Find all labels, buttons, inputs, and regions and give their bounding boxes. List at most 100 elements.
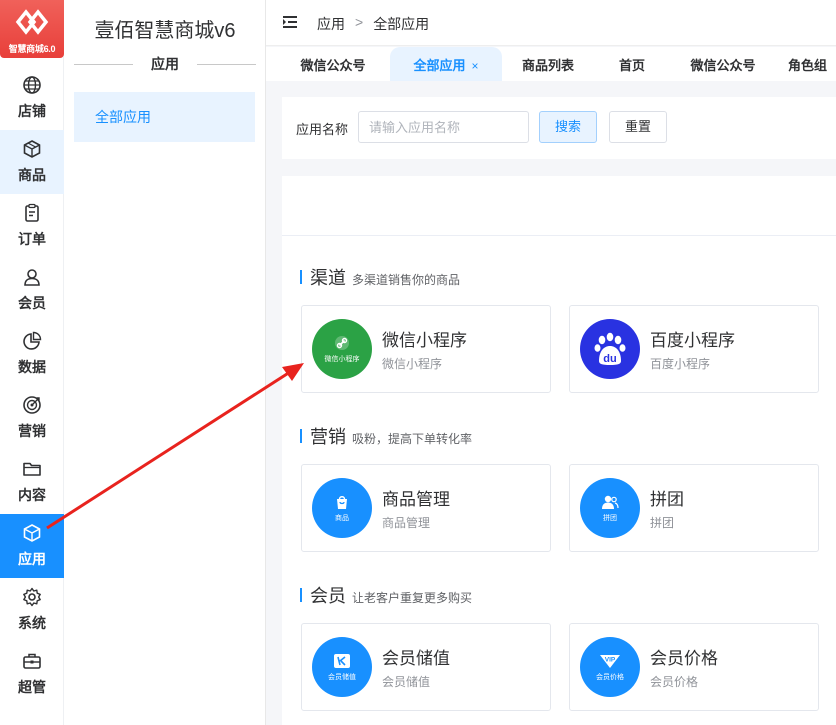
search-panel: 应用名称 搜索 重置 xyxy=(282,97,836,159)
tab-label: 全部应用 xyxy=(413,58,466,73)
secondary-sidebar: 壹佰智慧商城v6 应用 全部应用 xyxy=(64,0,266,725)
rail-item-label: 会员 xyxy=(18,295,46,311)
tab-all-apps[interactable]: 全部应用 × xyxy=(390,47,502,81)
breadcrumb-root[interactable]: 应用 xyxy=(317,14,345,34)
link-icon xyxy=(335,335,349,350)
rail-item-6[interactable]: 内容 xyxy=(0,450,64,514)
tab-label: 微信公众号 xyxy=(300,58,366,73)
rail-item-label: 数据 xyxy=(18,359,46,375)
primary-nav: 智慧商城6.0 店铺商品订单会员数据营销内容应用系统超管 xyxy=(0,0,64,725)
section-marker xyxy=(300,429,302,443)
divider xyxy=(197,63,256,65)
app-card-product-management[interactable]: 商品 商品管理 商品管理 xyxy=(301,464,551,552)
app-icon-caption: du xyxy=(603,353,617,365)
search-label: 应用名称 xyxy=(296,122,349,137)
globe-icon xyxy=(23,76,41,94)
tab-wechat-official[interactable]: 微信公众号 xyxy=(278,47,388,81)
app-icon: du xyxy=(580,319,640,379)
app-icon: 商品 xyxy=(312,478,372,538)
app-name: 会员储值 xyxy=(382,649,450,668)
app-icon-caption: 拼团 xyxy=(603,514,617,522)
tab-label: 微信公众号 xyxy=(690,58,756,73)
brand-logo: 智慧商城6.0 xyxy=(0,0,64,58)
divider xyxy=(282,235,836,236)
rail-item-label: 营销 xyxy=(18,423,46,439)
app-icon-caption: 微信小程序 xyxy=(324,355,360,363)
group-users-icon xyxy=(602,495,619,509)
rail-item-4[interactable]: 数据 xyxy=(0,322,64,386)
section-marketing: 营销 吸粉，提高下单转化率 xyxy=(300,423,472,449)
tab-label: 商品列表 xyxy=(521,58,574,73)
breadcrumb-separator: > xyxy=(355,14,364,30)
user-icon xyxy=(24,269,40,286)
rail-item-8[interactable]: 系统 xyxy=(0,578,64,642)
rail-item-7[interactable]: 应用 xyxy=(0,514,64,578)
app-name: 微信小程序 xyxy=(382,331,467,350)
menu-toggle-icon[interactable] xyxy=(283,16,297,28)
section-title: 渠道 xyxy=(310,268,346,288)
box-icon xyxy=(23,140,41,158)
rail-item-1[interactable]: 商品 xyxy=(0,130,64,194)
section-members: 会员 让老客户重复更多购买 xyxy=(300,582,472,608)
app-name: 拼团 xyxy=(650,490,684,509)
section-marker xyxy=(300,588,302,602)
rail-item-5[interactable]: 营销 xyxy=(0,386,64,450)
logo-text: 智慧商城6.0 xyxy=(8,44,56,54)
sidebar-item-all-apps[interactable]: 全部应用 xyxy=(74,92,255,142)
search-input[interactable] xyxy=(358,111,529,143)
app-icon-caption: 商品 xyxy=(335,514,349,522)
app-icon: 微信小程序 xyxy=(312,319,372,379)
app-icon-caption: 会员价格 xyxy=(596,673,624,681)
rail-item-label: 应用 xyxy=(18,551,46,567)
app-subtitle: 微信小程序 xyxy=(382,357,443,371)
breadcrumb-current: 全部应用 xyxy=(373,16,430,32)
sidebar-section-title: 应用 xyxy=(74,54,256,74)
tabs-bar: 微信公众号 全部应用 × 商品列表 首页 微信公众号 角色组 xyxy=(266,47,836,81)
top-bar: 应用 > 全部应用 xyxy=(266,0,836,46)
search-button[interactable]: 搜索 xyxy=(539,111,597,143)
app-card-group-buy[interactable]: 拼团 拼团 拼团 xyxy=(569,464,819,552)
section-desc: 多渠道销售你的商品 xyxy=(352,273,461,287)
app-icon: VIP 会员价格 xyxy=(580,637,640,697)
rail-item-label: 订单 xyxy=(18,231,46,247)
app-card-member-price[interactable]: VIP 会员价格 会员价格 会员价格 xyxy=(569,623,819,711)
rail-item-9[interactable]: 超管 xyxy=(0,642,64,706)
section-desc: 吸粉，提高下单转化率 xyxy=(352,432,473,446)
stored-value-icon xyxy=(334,653,350,668)
app-card-wechat-miniprogram[interactable]: 微信小程序 微信小程序 微信小程序 xyxy=(301,305,551,393)
main-area: 应用 > 全部应用 微信公众号 全部应用 × 商品列表 首页 微信公众号 角色组 … xyxy=(266,0,836,725)
sidebar-section-label: 应用 xyxy=(151,56,179,72)
vip-icon: VIP xyxy=(600,654,620,668)
cube-icon xyxy=(23,524,41,542)
divider xyxy=(74,63,133,65)
breadcrumb: 应用 > 全部应用 xyxy=(317,14,429,34)
logo-mark-icon xyxy=(15,9,49,35)
app-subtitle: 商品管理 xyxy=(382,516,431,530)
close-icon[interactable]: × xyxy=(472,59,479,73)
tab-product-list[interactable]: 商品列表 xyxy=(506,47,590,81)
tab-roles[interactable]: 角色组 xyxy=(788,47,836,81)
rail-item-3[interactable]: 会员 xyxy=(0,258,64,322)
tab-label: 首页 xyxy=(618,58,645,73)
rail-item-label: 超管 xyxy=(18,679,46,695)
app-icon: 拼团 xyxy=(580,478,640,538)
rail-item-label: 店铺 xyxy=(18,103,46,119)
app-card-member-stored-value[interactable]: 会员储值 会员储值 会员储值 xyxy=(301,623,551,711)
toolbox-icon xyxy=(23,653,41,669)
rail-item-2[interactable]: 订单 xyxy=(0,194,64,258)
brand-title: 壹佰智慧商城v6 xyxy=(94,20,236,42)
app-subtitle: 拼团 xyxy=(650,516,675,530)
clipboard-icon xyxy=(25,203,39,222)
folder-icon xyxy=(23,462,41,476)
rail-item-label: 系统 xyxy=(18,615,46,631)
app-card-baidu-miniprogram[interactable]: du 百度小程序 百度小程序 xyxy=(569,305,819,393)
apps-panel: 渠道 多渠道销售你的商品 微信小程序 微信小程序 微信小程序 du 百度小程序 … xyxy=(282,176,836,725)
rail-item-0[interactable]: 店铺 xyxy=(0,66,64,130)
tab-home[interactable]: 首页 xyxy=(602,47,662,81)
app-name: 百度小程序 xyxy=(650,331,735,350)
reset-button[interactable]: 重置 xyxy=(609,111,667,143)
tab-wechat-official-2[interactable]: 微信公众号 xyxy=(678,47,768,81)
tab-label: 角色组 xyxy=(788,58,828,73)
section-channels: 渠道 多渠道销售你的商品 xyxy=(300,264,460,290)
app-name: 商品管理 xyxy=(382,490,450,509)
